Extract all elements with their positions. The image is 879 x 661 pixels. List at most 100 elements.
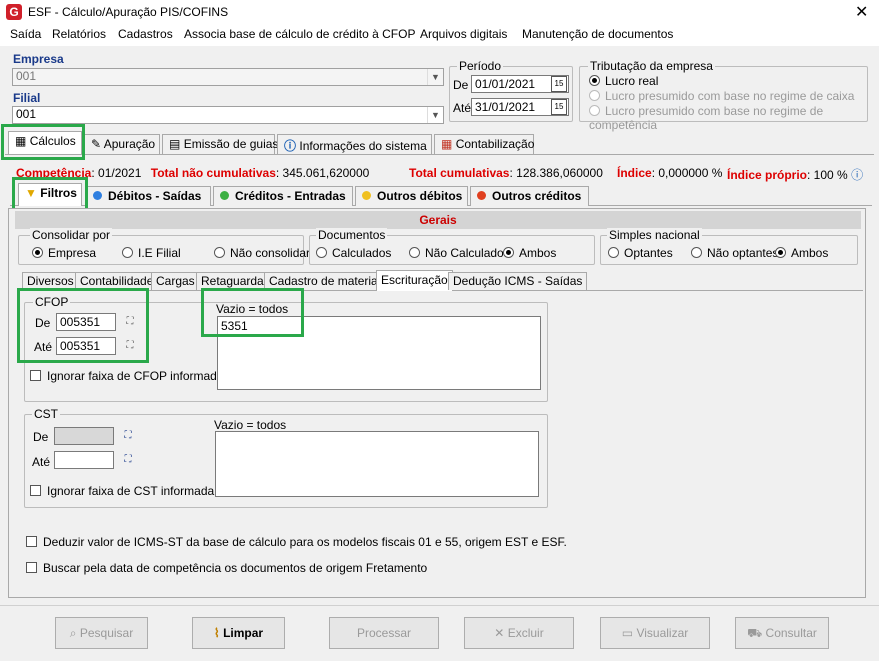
- window-title: ESF - Cálculo/Apuração PIS/COFINS: [28, 5, 229, 19]
- checkbox-icon: [26, 562, 37, 573]
- tab-creditos-entradas[interactable]: Créditos - Entradas: [213, 186, 353, 206]
- documentos-title: Documentos: [316, 228, 388, 242]
- menu-cadastros[interactable]: Cadastros: [118, 27, 173, 41]
- radio-calculados[interactable]: Calculados: [316, 246, 391, 260]
- button-label: Pesquisar: [79, 626, 134, 640]
- radio-optantes[interactable]: Optantes: [608, 246, 673, 260]
- radio-nao-optantes[interactable]: Não optantes: [691, 246, 778, 260]
- tab-informacoes[interactable]: ⓘ Informações do sistema: [277, 134, 432, 154]
- radio-empresa[interactable]: Empresa: [32, 246, 96, 260]
- radio-label: Ambos: [791, 246, 829, 260]
- menu-manutencao[interactable]: Manutenção de documentos: [522, 27, 673, 41]
- yellow-dot-icon: [362, 191, 371, 200]
- main-tab-line: [5, 154, 874, 155]
- radio-icon: [775, 247, 786, 258]
- tab-apuracao[interactable]: ✎ Apuração: [84, 134, 160, 154]
- cfop-ignorar-checkbox[interactable]: Ignorar faixa de CFOP informada: [30, 369, 224, 383]
- gerais-header: Gerais: [15, 211, 861, 229]
- filial-select[interactable]: 001 ▼: [12, 106, 444, 124]
- tab-cargas[interactable]: Cargas: [151, 272, 200, 290]
- consultar-button[interactable]: ⛟ Consultar: [735, 617, 829, 649]
- empresa-select[interactable]: 001 ▼: [12, 68, 444, 86]
- radio-icon: [691, 247, 702, 258]
- close-icon[interactable]: ✕: [855, 2, 868, 22]
- radio-lucro-real[interactable]: Lucro real: [589, 74, 658, 88]
- radio-ambos-simples[interactable]: Ambos: [775, 246, 828, 260]
- radio-label: Optantes: [624, 246, 673, 260]
- limpar-button[interactable]: ⌇ Limpar: [192, 617, 285, 649]
- preview-icon: ▭: [621, 626, 634, 640]
- binoculars-icon[interactable]: ⛶: [118, 451, 138, 469]
- calendar-icon[interactable]: 15: [551, 76, 567, 92]
- menu-arquivos[interactable]: Arquivos digitais: [420, 27, 507, 41]
- radio-icon: [503, 247, 514, 258]
- visualizar-button[interactable]: ▭ Visualizar: [600, 617, 710, 649]
- indice: Índice: 0,000000 %: [617, 166, 722, 180]
- button-label: Excluir: [507, 626, 544, 640]
- tab-label: Emissão de guias: [183, 137, 279, 151]
- radio-presumido-caixa[interactable]: Lucro presumido com base no regime de ca…: [589, 89, 854, 103]
- pencil-icon: ✎: [91, 137, 102, 151]
- cst-ate-label: Até: [32, 455, 51, 469]
- info-icon[interactable]: ⓘ: [851, 168, 863, 182]
- excluir-button[interactable]: ✕ Excluir: [464, 617, 574, 649]
- cst-list[interactable]: [215, 431, 539, 497]
- radio-label: Não consolidar: [230, 246, 311, 260]
- button-label: Consultar: [765, 626, 817, 640]
- menu-saida[interactable]: Saída: [10, 27, 41, 41]
- calendar-icon: ▦: [441, 137, 453, 151]
- radio-nao-consolidar[interactable]: Não consolidar: [214, 246, 310, 260]
- checkbox-label: Deduzir valor de ICMS-ST da base de cálc…: [43, 535, 567, 549]
- tab-escrituracao[interactable]: Escrituração: [376, 270, 453, 291]
- radio-icon: [316, 247, 327, 258]
- radio-icon: [122, 247, 133, 258]
- trash-icon: ✕: [494, 626, 505, 640]
- tab-label: Informações do sistema: [299, 139, 427, 153]
- radio-icon: [589, 90, 600, 101]
- tab-contabilizacao[interactable]: ▦ Contabilização: [434, 134, 534, 154]
- deduzir-icms-st-checkbox[interactable]: Deduzir valor de ICMS-ST da base de cálc…: [26, 535, 567, 549]
- buscar-competencia-checkbox[interactable]: Buscar pela data de competência os docum…: [26, 561, 427, 575]
- menu-relatorios[interactable]: Relatórios: [52, 27, 106, 41]
- radio-icon: [589, 75, 600, 86]
- radio-label: Ambos: [519, 246, 557, 260]
- tab-emissao-guias[interactable]: ▤ Emissão de guias: [162, 134, 278, 154]
- cst-ate-field[interactable]: [54, 451, 114, 469]
- calendar-icon[interactable]: 15: [551, 99, 567, 115]
- tab-debitos-saidas[interactable]: Débitos - Saídas: [86, 186, 211, 206]
- cumulativas-label: Total cumulativas: [409, 166, 510, 180]
- nao-cumulativas-label: Total não cumulativas: [150, 166, 276, 180]
- empresa-value: 001: [16, 69, 37, 83]
- cst-de-field[interactable]: [54, 427, 114, 445]
- tab-outros-debitos[interactable]: Outros débitos: [355, 186, 468, 206]
- radio-ambos-docs[interactable]: Ambos: [503, 246, 556, 260]
- processar-button[interactable]: Processar: [329, 617, 439, 649]
- tab-label: Diversos: [27, 274, 74, 288]
- info-icon: ⓘ: [284, 139, 297, 153]
- highlight-filtros: [12, 177, 88, 212]
- radio-nao-calculados[interactable]: Não Calculados: [409, 246, 510, 260]
- checkbox-icon: [26, 536, 37, 547]
- tab-deducao-icms[interactable]: Dedução ICMS - Saídas: [448, 272, 588, 290]
- tributacao-title: Tributação da empresa: [588, 59, 715, 73]
- radio-label: Empresa: [48, 246, 97, 260]
- tab-label: Contabilização: [455, 137, 535, 151]
- menu-associa[interactable]: Associa base de cálculo de crédito à CFO…: [184, 27, 415, 41]
- radio-ie-filial[interactable]: I.E Filial: [122, 246, 181, 260]
- binoculars-icon[interactable]: ⛶: [118, 427, 138, 445]
- cst-ignorar-checkbox[interactable]: Ignorar faixa de CST informada: [30, 484, 214, 498]
- cumulativas-value: : 128.386,060000: [509, 166, 603, 180]
- pesquisar-button[interactable]: ⌕ Pesquisar: [55, 617, 148, 649]
- checkbox-label: Ignorar faixa de CST informada: [47, 484, 215, 498]
- checkbox-label: Buscar pela data de competência os docum…: [43, 561, 428, 575]
- tab-label: Contabilidade: [80, 274, 154, 288]
- checkbox-icon: [30, 370, 41, 381]
- indice-label: Índice: [617, 166, 652, 180]
- indice-proprio: Índice próprio: 100 % ⓘ: [727, 166, 863, 183]
- tab-outros-creditos[interactable]: Outros créditos: [470, 186, 589, 206]
- button-label: Processar: [356, 626, 412, 640]
- indice-value: : 0,000000 %: [651, 166, 723, 180]
- button-bar-divider: [0, 605, 879, 606]
- periodo-de-label: De: [453, 78, 469, 92]
- radio-presumido-competencia[interactable]: Lucro presumido com base no regime de co…: [589, 104, 879, 132]
